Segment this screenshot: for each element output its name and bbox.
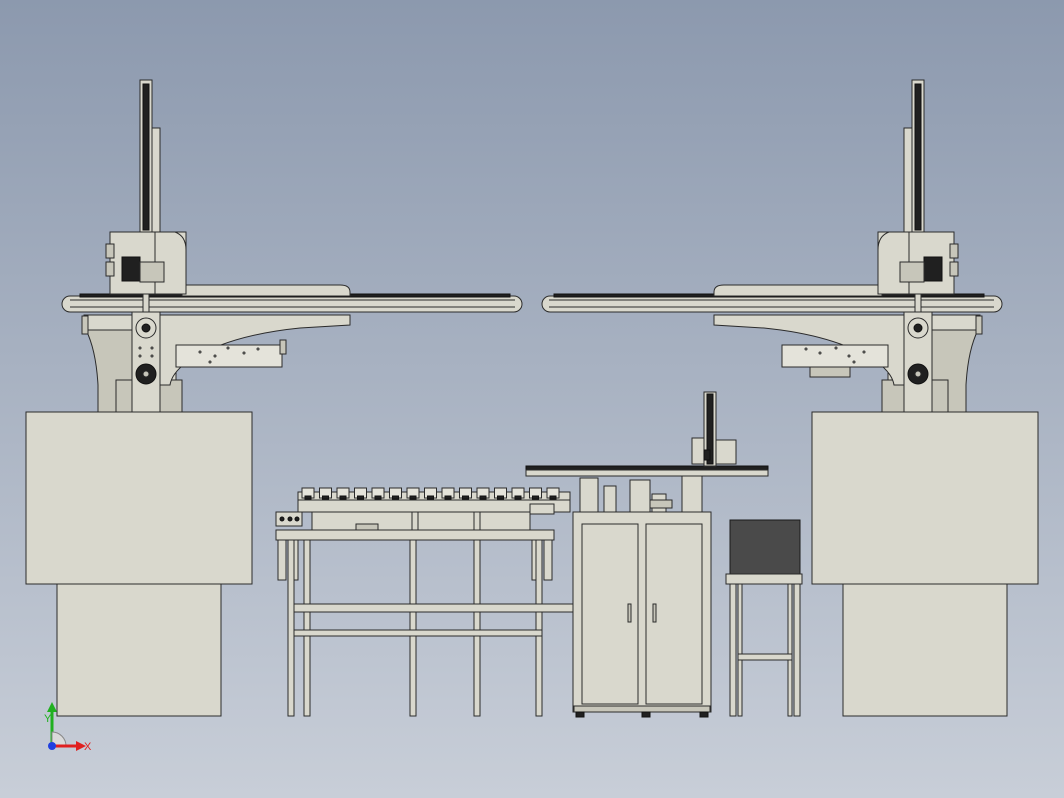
left-machine-body bbox=[25, 411, 253, 585]
fixture-clamp bbox=[462, 495, 469, 500]
left-machine-unit bbox=[25, 79, 523, 717]
small-gantry bbox=[525, 391, 769, 477]
stool-backrest bbox=[729, 519, 801, 579]
fixture-clamp bbox=[532, 495, 539, 500]
cabinet-handle-left[interactable] bbox=[627, 603, 632, 623]
fixture-clamp bbox=[479, 495, 487, 500]
fixture-clamp bbox=[427, 495, 434, 500]
fixture-clamp bbox=[392, 495, 399, 500]
x-axis-label: X bbox=[84, 741, 92, 753]
right-carriage bbox=[877, 231, 959, 295]
right-machine-body bbox=[811, 411, 1039, 585]
cabinet bbox=[572, 475, 712, 718]
fixture-clamp bbox=[444, 495, 452, 500]
right-machine-base-lower bbox=[842, 583, 1008, 717]
cad-viewport[interactable]: Y X bbox=[0, 0, 1064, 798]
fixture-clamp bbox=[549, 495, 557, 500]
stool bbox=[725, 519, 803, 717]
left-machine-base-lower bbox=[56, 583, 222, 717]
right-motor-panel bbox=[903, 311, 933, 413]
fixture-clamp bbox=[339, 495, 347, 500]
fixture-clamp bbox=[409, 495, 417, 500]
fixture-clamp bbox=[304, 495, 312, 500]
left-motor-panel bbox=[131, 311, 161, 413]
table-crossbar bbox=[293, 603, 575, 613]
fixture-clamp bbox=[514, 495, 522, 500]
z-axis-dot bbox=[48, 742, 56, 750]
fixture-clamp bbox=[357, 495, 364, 500]
assembly-drawing: Y X bbox=[25, 79, 1039, 753]
left-carriage bbox=[105, 231, 187, 295]
conveyor-table bbox=[275, 487, 575, 717]
left-horizontal-beam bbox=[61, 295, 523, 313]
y-axis-label: Y bbox=[44, 713, 52, 725]
fixture-clamp bbox=[497, 495, 504, 500]
fixture-clamp bbox=[322, 495, 329, 500]
stool-seat bbox=[725, 573, 803, 585]
fixture-clamp bbox=[374, 495, 382, 500]
cabinet-handle-right[interactable] bbox=[652, 603, 657, 623]
table-leg bbox=[287, 539, 295, 717]
right-horizontal-beam bbox=[541, 295, 1003, 313]
conveyor-fixtures bbox=[301, 487, 560, 500]
table-top bbox=[275, 529, 555, 541]
